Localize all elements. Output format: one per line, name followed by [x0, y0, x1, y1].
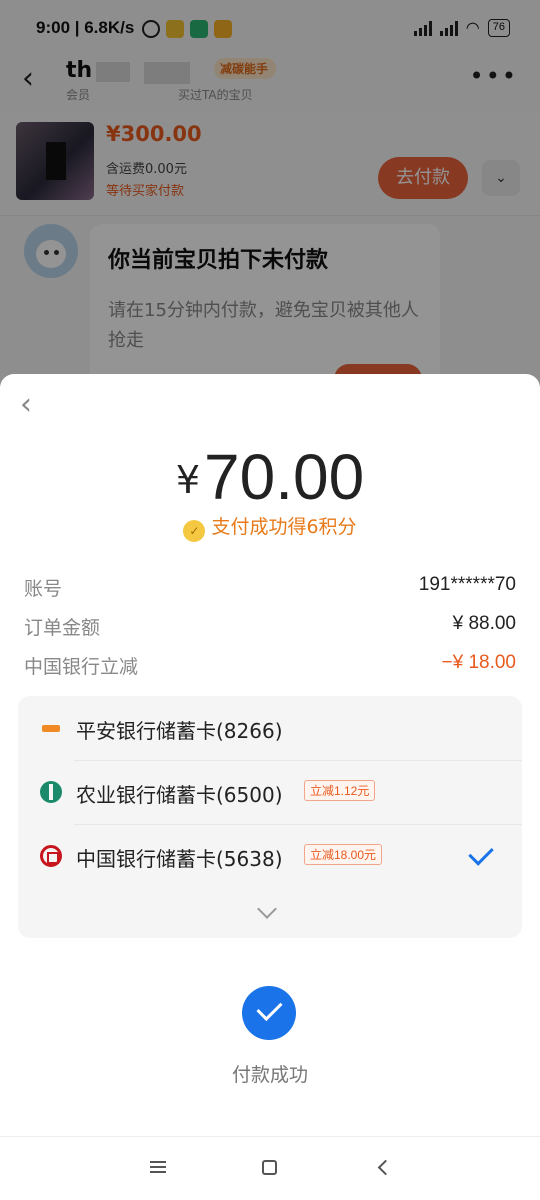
- order-amount-label: 订单金额: [24, 617, 101, 639]
- nav-back-icon[interactable]: [377, 1159, 394, 1176]
- home-icon[interactable]: [262, 1160, 277, 1175]
- payment-amount: ¥70.00: [0, 440, 540, 514]
- currency-symbol: ¥: [175, 458, 201, 502]
- points-text: 支付成功得6积分: [211, 516, 357, 538]
- points-reward: ✓ 支付成功得6积分: [0, 512, 540, 542]
- bank-option-pingan[interactable]: 平安银行储蓄卡(8266): [18, 696, 522, 760]
- menu-icon[interactable]: [150, 1161, 166, 1173]
- boc-bank-icon: [40, 845, 62, 867]
- bank-name: 农业银行储蓄卡(6500): [76, 783, 283, 807]
- account-value: 191******70: [418, 574, 516, 595]
- back-arrow-icon[interactable]: ‹: [20, 390, 32, 420]
- bank-option-boc[interactable]: 中国银行储蓄卡(5638) 立减18.00元: [18, 824, 522, 888]
- system-nav-bar: [0, 1136, 540, 1200]
- abc-bank-icon: [40, 781, 62, 803]
- success-check-icon: [242, 986, 296, 1040]
- chevron-down-icon[interactable]: [257, 899, 277, 919]
- order-amount-row: 订单金额 ¥ 88.00: [24, 613, 516, 643]
- payment-sheet: ‹ ¥70.00 ✓ 支付成功得6积分 账号 191******70 订单金额 ¥…: [0, 374, 540, 1200]
- bank-name: 中国银行储蓄卡(5638): [76, 847, 283, 871]
- discount-row: 中国银行立减 −¥ 18.00: [24, 652, 516, 682]
- checkmark-icon: [468, 840, 494, 866]
- account-row: 账号 191******70: [24, 574, 516, 604]
- bank-name: 平安银行储蓄卡(8266): [76, 719, 283, 743]
- amount-value: 70.00: [204, 441, 365, 513]
- bank-card-list: 平安银行储蓄卡(8266) 农业银行储蓄卡(6500) 立减1.12元 中国银行…: [18, 696, 522, 938]
- order-amount-value: ¥ 88.00: [452, 613, 516, 634]
- promo-badge: 立减18.00元: [304, 844, 383, 865]
- coin-icon: ✓: [183, 520, 206, 542]
- discount-value: −¥ 18.00: [441, 652, 517, 673]
- pingan-bank-icon: [42, 725, 60, 732]
- bank-option-abc[interactable]: 农业银行储蓄卡(6500) 立减1.12元: [18, 760, 522, 824]
- discount-label: 中国银行立减: [24, 656, 139, 678]
- account-label: 账号: [24, 578, 63, 600]
- payment-success-text: 付款成功: [231, 1064, 308, 1086]
- promo-badge: 立减1.12元: [304, 780, 376, 801]
